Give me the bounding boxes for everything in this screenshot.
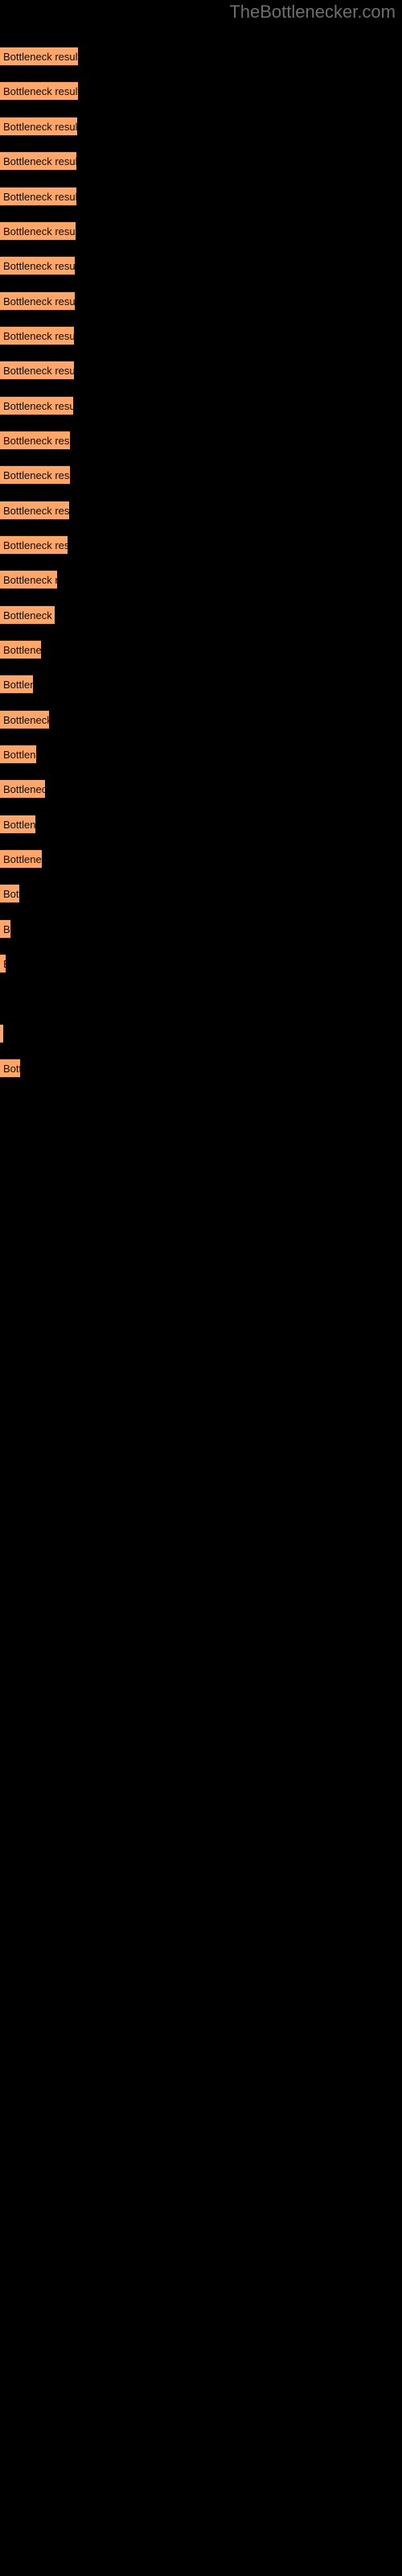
- bottleneck-result-bar[interactable]: Bottleneck result: [0, 465, 70, 485]
- bottleneck-result-bar[interactable]: Bottleneck result: [0, 291, 75, 311]
- bottleneck-result-bar[interactable]: Bottleneck result: [0, 640, 41, 659]
- bar-label: Bottleneck result: [3, 435, 70, 447]
- bottleneck-result-bar[interactable]: Bottleneck result: [0, 326, 74, 345]
- bottleneck-result-bar[interactable]: Bottleneck result: [0, 884, 19, 903]
- bottleneck-result-bar[interactable]: Bottleneck result: [0, 1024, 3, 1043]
- bottleneck-result-bar[interactable]: Bottleneck result: [0, 151, 76, 171]
- bottleneck-result-bar[interactable]: Bottleneck result: [0, 710, 49, 729]
- bottleneck-result-bar[interactable]: Bottleneck result: [0, 81, 78, 101]
- bar-label: Bottleneck result: [3, 295, 75, 308]
- bottleneck-result-bar[interactable]: Bottleneck result: [0, 187, 76, 206]
- bottleneck-result-bar[interactable]: Bottleneck result: [0, 815, 35, 834]
- bottleneck-result-bar[interactable]: Bottleneck result: [0, 221, 76, 241]
- bar-label: Bottleneck result: [3, 225, 76, 237]
- bar-label: Bottleneck result: [3, 539, 68, 551]
- bottleneck-result-bar[interactable]: Bottleneck result: [0, 431, 70, 450]
- bar-label: Bottleneck result: [3, 888, 19, 900]
- bottleneck-result-bar[interactable]: Bottleneck result: [0, 361, 74, 380]
- bottleneck-result-bar[interactable]: Bottleneck result: [0, 396, 73, 415]
- bar-label: Bottleneck result: [3, 260, 75, 272]
- bottleneck-result-bar[interactable]: Bottleneck result: [0, 849, 42, 869]
- bottleneck-result-bar[interactable]: Bottleneck result: [0, 675, 33, 694]
- bar-label: Bottleneck result: [3, 400, 73, 412]
- bar-label: Bottleneck result: [3, 469, 70, 481]
- bar-label: Bottleneck result: [3, 714, 49, 726]
- bottleneck-result-bar[interactable]: Bottleneck result: [0, 1059, 20, 1078]
- bottleneck-result-bar[interactable]: Bottleneck result: [0, 47, 78, 66]
- bar-label: Bottleneck result: [3, 505, 69, 517]
- bar-label: Bottleneck result: [3, 955, 6, 972]
- bar-label: Bottleneck result: [3, 923, 10, 935]
- bar-label: Bottleneck result: [3, 749, 36, 761]
- bar-label: Bottleneck result: [3, 1063, 20, 1075]
- bar-label: Bottleneck result: [3, 853, 42, 865]
- bar-label: Bottleneck result: [3, 609, 55, 621]
- bar-label: Bottleneck result: [3, 330, 74, 342]
- bottleneck-result-bar[interactable]: Bottleneck result: [0, 919, 10, 939]
- bar-label: Bottleneck result: [3, 85, 78, 97]
- bottleneck-result-bar[interactable]: Bottleneck result: [0, 779, 45, 799]
- bar-label: Bottleneck result: [3, 783, 45, 795]
- bottleneck-result-bar[interactable]: Bottleneck result: [0, 256, 75, 275]
- bar-label: Bottleneck result: [3, 574, 57, 586]
- bar-label: Bottleneck result: [3, 679, 33, 691]
- bar-label: Bottleneck result: [3, 155, 76, 167]
- bottleneck-result-bar[interactable]: Bottleneck result: [0, 570, 57, 589]
- bottleneck-result-bar[interactable]: Bottleneck result: [0, 745, 36, 764]
- bottleneck-result-bar[interactable]: Bottleneck result: [0, 501, 69, 520]
- bar-label: Bottleneck result: [3, 819, 35, 831]
- bar-label: Bottleneck result: [3, 191, 76, 203]
- bottleneck-result-bar[interactable]: Bottleneck result: [0, 605, 55, 625]
- bottleneck-result-bar[interactable]: Bottleneck result: [0, 117, 77, 136]
- bottleneck-result-bar[interactable]: Bottleneck result: [0, 954, 6, 973]
- bar-label: Bottleneck result: [3, 51, 78, 63]
- bottleneck-result-bar[interactable]: Bottleneck result: [0, 535, 68, 555]
- bar-label: Bottleneck result: [3, 121, 77, 133]
- bottleneck-chart-root: TheBottlenecker.com Bottleneck result Bot…: [0, 0, 402, 2576]
- chart-plot-area: Bottleneck result Bottleneck result Bottle…: [0, 0, 402, 2576]
- bar-label: Bottleneck result: [3, 644, 41, 656]
- bar-label: Bottleneck result: [3, 365, 74, 377]
